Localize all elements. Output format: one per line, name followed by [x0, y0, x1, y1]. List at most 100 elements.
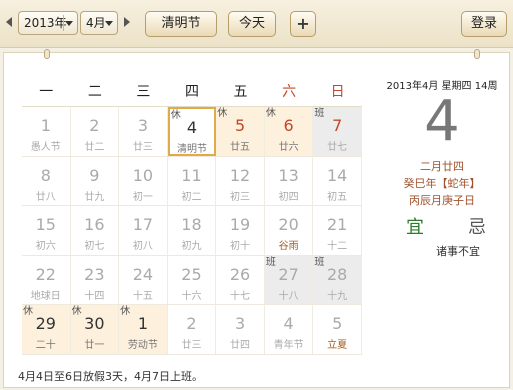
weekday-label: 五 [233, 84, 248, 100]
day-cell[interactable]: 25 十六 [168, 255, 217, 304]
day-cell[interactable]: 20 谷雨 [265, 206, 314, 255]
lunar-label: 十七 [230, 290, 251, 302]
today-button[interactable]: 今天 [228, 11, 276, 37]
day-number: 16 [84, 215, 105, 234]
lunar-label: 廿二 [84, 142, 105, 153]
big-day-number: 4 [424, 89, 460, 154]
day-cell[interactable]: 16 初七 [71, 206, 120, 255]
holiday-badge: 休 [170, 110, 181, 121]
yi-label: 宜 [406, 217, 424, 238]
lunar-label: 廿六 [278, 142, 299, 153]
day-number: 7 [332, 116, 343, 135]
day-cell[interactable]: 26 十七 [216, 255, 265, 304]
day-cell[interactable]: 18 初九 [168, 206, 217, 255]
month-grid: 一二三四五六日 1 愚人节 2 廿二 3 廿三休 4 清明节休 5 廿五休 6 廿六班 7 廿七 8 廿八 9 廿… [22, 77, 362, 355]
lunar-label: 十八 [278, 290, 299, 302]
day-info-panel: 2013年4月 星期四 14周 4 二月廿四 癸巳年【蛇年】 丙辰月庚子日 宜 … [376, 53, 508, 353]
day-cell[interactable]: 休 4 清明节 [167, 107, 217, 156]
lunar-label: 清明节 [176, 144, 207, 155]
day-cell[interactable]: 4 青年节 [265, 305, 314, 354]
lunar-label: 廿三 [132, 142, 153, 153]
week-row: 8 廿八 9 廿九 10 初一 11 初二 12 初三 13 初四 14 初五 [22, 156, 362, 206]
day-number: 17 [132, 215, 154, 234]
add-button[interactable]: + [290, 11, 316, 37]
day-number: 19 [229, 215, 251, 234]
binder-ring-icon [44, 49, 50, 59]
lunar-label: 廿四 [230, 340, 251, 351]
lunar-label: 廿三 [181, 340, 202, 351]
day-number: 29 [35, 314, 56, 333]
day-cell[interactable]: 5 立夏 [313, 305, 362, 354]
holiday-button[interactable]: 清明节 [145, 11, 217, 37]
day-number: 5 [234, 116, 246, 135]
day-cell[interactable]: 休 30 廿一 [70, 305, 120, 354]
lunar-label: 廿九 [84, 191, 105, 203]
holiday-badge: 休 [265, 108, 276, 119]
login-button[interactable]: 登录 [461, 11, 507, 37]
week-row: 22 地球日 23 十四 24 十五 25 十六 26 十七班 27 十八班 28 十九 [22, 255, 362, 305]
day-cell[interactable]: 23 十四 [71, 255, 120, 304]
day-cell[interactable]: 1 愚人节 [22, 107, 71, 156]
day-number: 30 [84, 314, 105, 333]
week-row: 1 愚人节 2 廿二 3 廿三休 4 清明节休 5 廿五休 6 廿六班 7 廿七 [22, 107, 362, 157]
day-cell[interactable]: 8 廿八 [22, 156, 71, 205]
prev-month-arrow-icon[interactable] [6, 17, 12, 27]
day-number: 4 [186, 118, 198, 137]
day-number: 21 [326, 215, 348, 234]
month-select[interactable]: 4月 [80, 11, 118, 35]
lunar-label: 廿五 [230, 142, 251, 153]
year-select[interactable]: 2013年 [18, 11, 78, 35]
day-number: 22 [35, 264, 56, 284]
day-cell[interactable]: 10 初一 [119, 156, 168, 205]
lunar-label: 十六 [181, 290, 202, 302]
day-number: 2 [89, 116, 100, 135]
lunar-label: 二十 [35, 340, 56, 351]
day-cell[interactable]: 2 廿二 [71, 107, 120, 156]
day-cell[interactable]: 休 5 廿五 [216, 107, 265, 156]
day-cell[interactable]: 22 地球日 [22, 255, 71, 304]
weekday-header: 一二三四五六日 [22, 77, 362, 107]
day-cell[interactable]: 休 1 劳动节 [119, 305, 168, 354]
day-cell[interactable]: 24 十五 [119, 255, 168, 304]
lunar-label: 初四 [278, 191, 299, 203]
day-cell[interactable]: 13 初四 [265, 156, 314, 205]
weekday-label: 六 [282, 84, 297, 100]
day-cell[interactable]: 3 廿三 [119, 107, 168, 156]
day-cell[interactable]: 12 初三 [216, 156, 265, 205]
holiday-badge: 休 [23, 306, 33, 317]
year-select-value: 2013年 [24, 16, 67, 30]
day-cell[interactable]: 班 7 廿七 [313, 107, 362, 156]
day-number: 15 [35, 215, 56, 234]
lunar-label: 初七 [84, 241, 105, 252]
day-cell[interactable]: 班 27 十八 [264, 255, 314, 304]
day-cell[interactable]: 2 廿三 [168, 305, 217, 354]
day-cell[interactable]: 15 初六 [22, 206, 71, 255]
day-number: 27 [278, 264, 299, 284]
lunar-label: 初五 [327, 191, 348, 203]
weekday-label: 一 [39, 84, 54, 100]
lunar-label: 初八 [132, 241, 153, 252]
advice-note: 诸事不宜 [436, 245, 480, 258]
day-cell[interactable]: 休 29 二十 [22, 305, 71, 354]
holiday-badge: 休 [71, 306, 82, 317]
week-row: 休 29 二十休 30 廿一休 1 劳动节 2 廿三 3 廿四 4 青年节 5 立夏 [22, 305, 362, 355]
lunar-label: 廿一 [84, 340, 105, 351]
next-month-arrow-icon[interactable] [124, 17, 130, 27]
day-cell[interactable]: 11 初二 [168, 156, 217, 205]
ganzhi-year: 癸巳年【蛇年】 [403, 177, 481, 190]
day-cell[interactable]: 9 廿九 [71, 156, 120, 205]
day-number: 13 [278, 165, 299, 185]
day-number: 9 [89, 165, 100, 185]
holiday-notice: 4月4日至6日放假3天，4月7日上班。 [18, 370, 203, 383]
day-cell[interactable]: 3 廿四 [216, 305, 265, 354]
day-cell[interactable]: 班 28 十九 [313, 255, 362, 304]
day-cell[interactable]: 17 初八 [119, 206, 168, 255]
day-cell[interactable]: 休 6 廿六 [264, 107, 314, 156]
day-number: 5 [332, 314, 343, 333]
day-number: 26 [229, 264, 251, 284]
day-cell[interactable]: 21 十二 [313, 206, 362, 255]
day-cell[interactable]: 14 初五 [313, 156, 362, 205]
day-cell[interactable]: 19 初十 [216, 206, 265, 255]
calendar-paper: 一二三四五六日 1 愚人节 2 廿二 3 廿三休 4 清明节休 5 廿五休 6 廿六班 7 廿七 8 廿八 9 廿… [3, 49, 510, 388]
day-number: 3 [234, 314, 246, 333]
